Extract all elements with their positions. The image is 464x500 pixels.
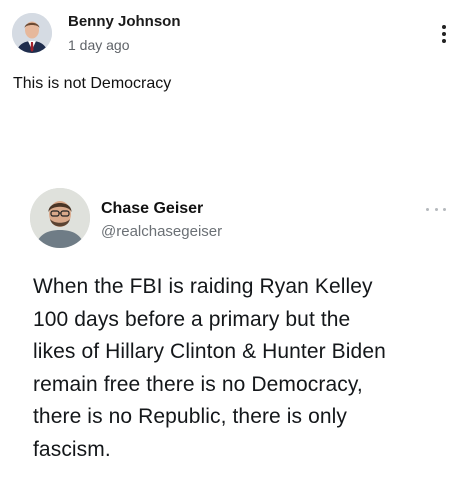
tweet-text-line: 100 days before a primary but the (33, 307, 351, 331)
tweet-text-line: When the FBI is raiding Ryan Kelley (33, 275, 373, 298)
author-name[interactable]: Benny Johnson (68, 13, 181, 30)
tweet-text-line: likes of Hillary Clinton & Hunter Biden (33, 340, 386, 363)
post-text: This is not Democracy (13, 75, 172, 92)
tweet-author-handle[interactable]: @realchasegeiser (101, 223, 222, 240)
post-timestamp: 1 day ago (68, 37, 130, 53)
person-avatar-icon (12, 13, 52, 53)
post-header: Benny Johnson 1 day ago (12, 10, 452, 56)
tweet-text-line: remain free there is no Democracy, (33, 372, 363, 396)
vertical-ellipsis-icon[interactable] (437, 25, 451, 51)
tweet-author-name[interactable]: Chase Geiser (101, 200, 203, 218)
author-avatar[interactable] (12, 13, 52, 53)
tweet-text-line: fascism. (33, 437, 111, 461)
person-avatar-icon (30, 188, 90, 248)
embedded-tweet-card[interactable]: Chase Geiser @realchasegeiser When the F… (0, 170, 464, 500)
horizontal-ellipsis-icon[interactable] (426, 206, 446, 212)
tweet-body: When the FBI is raiding Ryan Kelley 100 … (33, 271, 453, 466)
tweet-author-avatar[interactable] (30, 188, 90, 248)
tweet-text-line: there is no Republic, there is only (33, 405, 347, 428)
